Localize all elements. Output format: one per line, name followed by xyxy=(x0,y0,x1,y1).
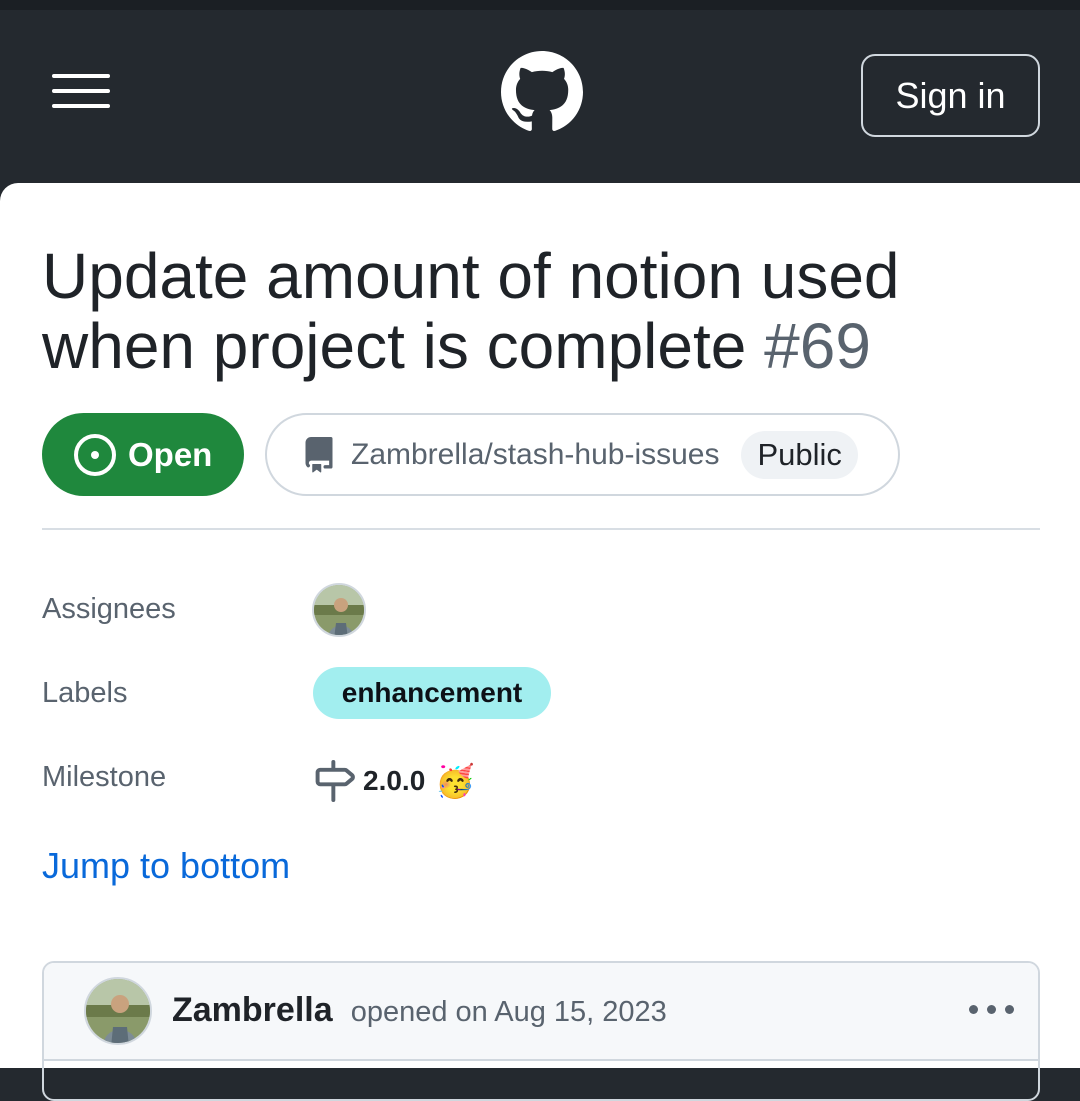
repository-link[interactable]: Zambrella/stash-hub-issues Public xyxy=(265,413,900,496)
comment-header: Zambrella opened on Aug 15, 2023 xyxy=(44,963,1038,1061)
issue-state-label: Open xyxy=(128,435,213,473)
issue-page: Update amount of notion used when projec… xyxy=(0,183,1080,1101)
github-mark-icon[interactable] xyxy=(501,51,583,133)
issue-comment: Zambrella opened on Aug 15, 2023 xyxy=(42,961,1040,1101)
milestone-link[interactable]: 2.0.0 🥳 xyxy=(313,757,475,805)
assignees-label: Assignees xyxy=(42,593,176,625)
visibility-badge: Public xyxy=(741,430,858,479)
hamburger-menu-icon[interactable] xyxy=(52,74,110,110)
repository-name: Zambrella/stash-hub-issues xyxy=(351,437,720,471)
assignee-avatar[interactable] xyxy=(312,583,366,637)
issue-state-badge: Open xyxy=(42,413,244,496)
site-header: Sign in xyxy=(0,10,1080,183)
comment-meta: Zambrella opened on Aug 15, 2023 xyxy=(172,991,667,1030)
repo-icon xyxy=(305,436,333,472)
jump-to-bottom-link[interactable]: Jump to bottom xyxy=(42,845,290,887)
milestone-value: 2.0.0 xyxy=(363,765,426,796)
avatar-image xyxy=(314,585,364,635)
kebab-horizontal-icon[interactable] xyxy=(969,1003,1015,1015)
top-status-strip xyxy=(0,0,1080,10)
party-face-emoji: 🥳 xyxy=(435,763,476,799)
issue-number: #69 xyxy=(764,310,871,382)
milestone-label: Milestone xyxy=(42,761,167,793)
label-enhancement[interactable]: enhancement xyxy=(313,667,551,719)
divider xyxy=(42,528,1040,530)
comment-author[interactable]: Zambrella xyxy=(172,991,333,1029)
sign-in-button[interactable]: Sign in xyxy=(861,54,1040,137)
milestone-icon xyxy=(315,760,355,802)
labels-label: Labels xyxy=(42,677,128,709)
comment-action: opened on Aug 15, 2023 xyxy=(350,996,667,1028)
avatar-image xyxy=(86,979,150,1043)
issue-title: Update amount of notion used when projec… xyxy=(42,241,1042,381)
issue-opened-icon xyxy=(74,433,116,476)
author-avatar[interactable] xyxy=(84,977,152,1045)
